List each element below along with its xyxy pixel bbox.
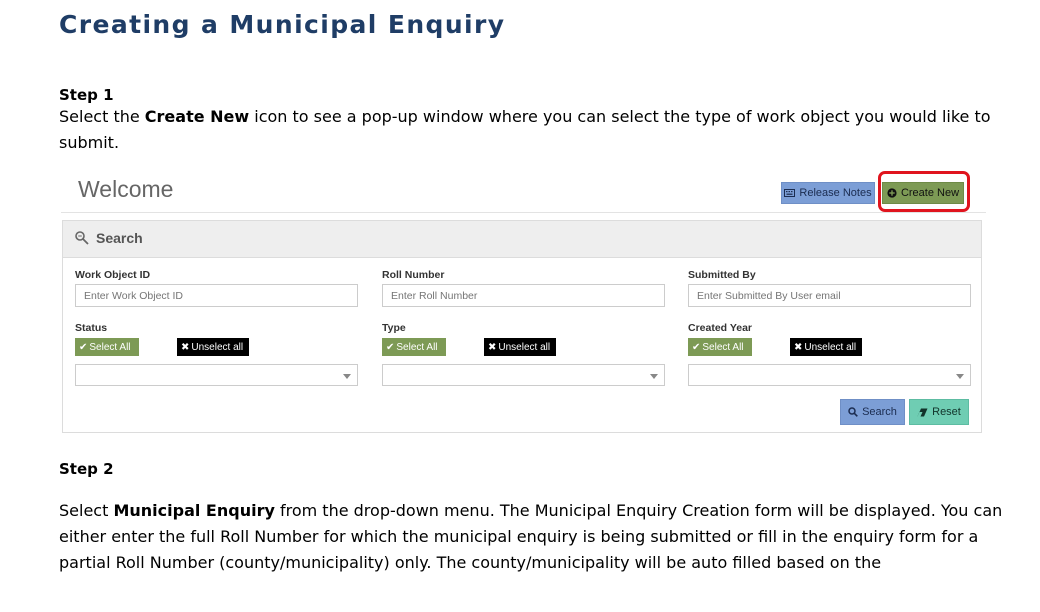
header-divider (61, 212, 986, 213)
status-label: Status (75, 322, 108, 334)
step2-heading: Step 2 (59, 460, 114, 478)
step2-line1-before: Select (59, 501, 114, 520)
status-unselect-all-button[interactable]: ✖ Unselect all (177, 338, 249, 356)
step2-line1-after: from the drop-down menu. The Municipal E… (274, 501, 1003, 520)
step2-line3: partial Roll Number (county/municipality… (59, 553, 882, 572)
step1-bold-create-new: Create New (144, 107, 250, 126)
step1-text-line2: submit. (59, 133, 120, 152)
x-icon: ✖ (488, 341, 497, 353)
step1-text-before: Select the (59, 107, 145, 126)
check-icon: ✔ (386, 341, 395, 353)
x-icon: ✖ (181, 341, 190, 353)
roll-number-input[interactable] (382, 284, 665, 307)
check-icon: ✔ (79, 341, 88, 353)
created-year-select-all-button[interactable]: ✔ Select All (688, 338, 752, 356)
select-all-label: Select All (396, 341, 438, 353)
type-dropdown[interactable] (382, 364, 665, 386)
create-new-highlight (878, 171, 970, 212)
select-all-label: Select All (89, 341, 131, 353)
step2-paragraph: Select Municipal Enquiry from the drop-d… (59, 498, 1002, 576)
submitted-by-label: Submitted By (688, 269, 756, 281)
document-title: Creating a Municipal Enquiry (59, 10, 506, 39)
status-select-all-button[interactable]: ✔ Select All (75, 338, 139, 356)
type-unselect-all-button[interactable]: ✖ Unselect all (484, 338, 556, 356)
x-icon: ✖ (794, 341, 803, 353)
keyboard-icon (784, 189, 796, 197)
select-all-label: Select All (702, 341, 744, 353)
release-notes-button[interactable]: Release Notes (781, 182, 875, 204)
unselect-all-label: Unselect all (191, 341, 244, 353)
step2-line2: either enter the full Roll Number for wh… (59, 527, 979, 546)
search-panel-title: Search (96, 230, 143, 246)
status-dropdown[interactable] (75, 364, 358, 386)
release-notes-label: Release Notes (799, 187, 872, 199)
search-panel-header[interactable]: Search (63, 221, 981, 258)
search-button-label: Search (862, 406, 897, 418)
reset-button-label: Reset (932, 406, 961, 418)
step2-bold-municipal-enquiry: Municipal Enquiry (113, 501, 275, 520)
work-object-id-input[interactable] (75, 284, 358, 307)
chevron-down-icon (956, 374, 964, 379)
embedded-screenshot: Welcome Release Notes Create New Search (61, 170, 986, 438)
reset-button[interactable]: Reset (909, 399, 969, 425)
check-icon: ✔ (692, 341, 701, 353)
magnifier-icon (848, 407, 858, 417)
chevron-down-icon (343, 374, 351, 379)
type-select-all-button[interactable]: ✔ Select All (382, 338, 446, 356)
type-label: Type (382, 322, 406, 334)
step1-text-after: icon to see a pop-up window where you ca… (249, 107, 991, 126)
step1-paragraph: Select the Create New icon to see a pop-… (59, 104, 991, 156)
search-button[interactable]: Search (840, 399, 905, 425)
created-year-dropdown[interactable] (688, 364, 971, 386)
work-object-id-label: Work Object ID (75, 269, 151, 281)
created-year-unselect-all-button[interactable]: ✖ Unselect all (790, 338, 862, 356)
search-icon (75, 231, 89, 245)
unselect-all-label: Unselect all (804, 341, 857, 353)
welcome-heading: Welcome (78, 176, 174, 202)
created-year-label: Created Year (688, 322, 753, 334)
submitted-by-input[interactable] (688, 284, 971, 307)
roll-number-label: Roll Number (382, 269, 445, 281)
step1-heading: Step 1 (59, 86, 114, 104)
eraser-icon (917, 408, 928, 416)
unselect-all-label: Unselect all (498, 341, 551, 353)
chevron-down-icon (650, 374, 658, 379)
